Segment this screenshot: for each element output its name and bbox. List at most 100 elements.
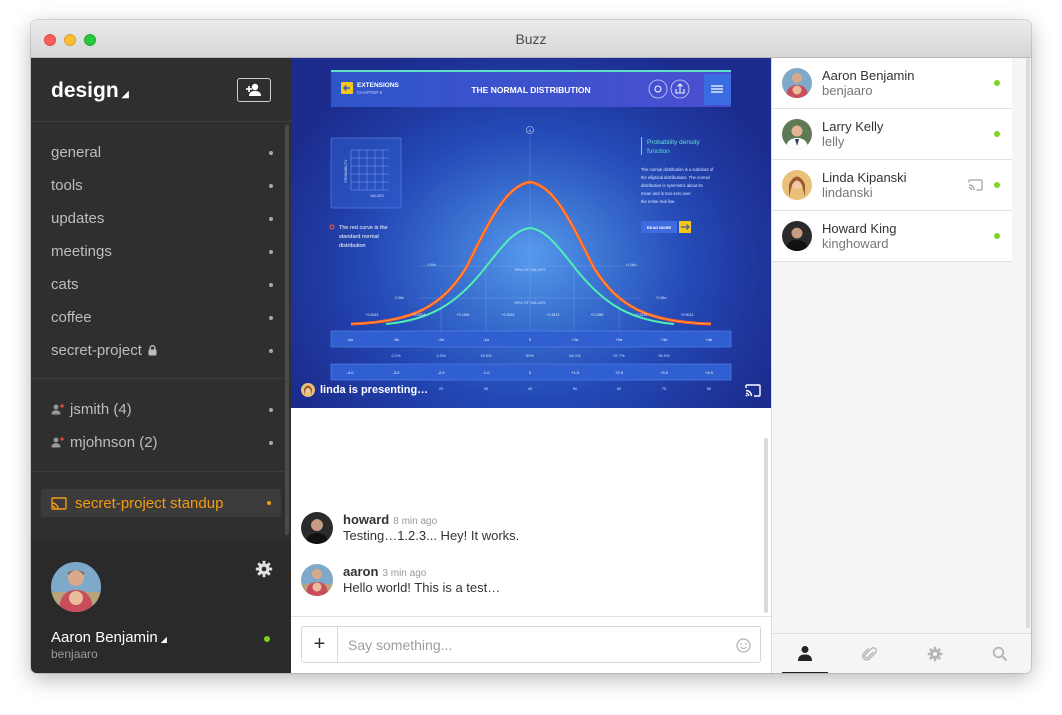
- search-icon: [992, 646, 1008, 662]
- tab-settings[interactable]: [912, 634, 958, 673]
- avatar[interactable]: [301, 512, 333, 544]
- channel-coffee[interactable]: coffee: [51, 301, 273, 334]
- channel-label: coffee: [51, 309, 92, 326]
- t-cell: 40: [528, 386, 533, 391]
- sigma-cell: -3σ: [393, 337, 400, 342]
- user-icon: [51, 437, 64, 448]
- svg-text:distribution: distribution: [339, 243, 366, 249]
- density-label: +0.0013: [366, 313, 379, 317]
- density-label: +0.1359: [591, 313, 604, 317]
- message-composer: +: [301, 626, 761, 663]
- members-scrollbar[interactable]: [1026, 58, 1030, 628]
- density-label: +0.1359: [457, 313, 470, 317]
- sidebar: design ◢ general tools updates meetings c…: [31, 58, 291, 673]
- channel-meetings[interactable]: meetings: [51, 235, 273, 268]
- online-status-dot: [264, 636, 270, 642]
- slide-side-heading: Probability density: [647, 139, 700, 146]
- slide-side-value: -1.96σ: [426, 263, 437, 267]
- emoji-button[interactable]: [736, 638, 751, 658]
- member-name: Larry Kelly: [822, 119, 884, 134]
- team-switcher[interactable]: design ◢: [51, 79, 129, 103]
- avatar: [782, 221, 812, 251]
- unread-dot: [269, 349, 273, 353]
- message-time: 3 min ago: [382, 568, 427, 579]
- member-row[interactable]: Howard King kinghoward: [772, 211, 1012, 262]
- svg-text:standard normal: standard normal: [339, 234, 379, 240]
- avatar[interactable]: [51, 562, 101, 612]
- sidebar-scrollbar[interactable]: [285, 125, 289, 535]
- current-user-panel: Aaron Benjamin ◢ benjaaro: [31, 541, 291, 673]
- percent-cell: 2.3%: [436, 353, 446, 358]
- t-cell: 50: [573, 386, 578, 391]
- channel-label: secret-project: [51, 342, 142, 359]
- settings-gear-button[interactable]: [255, 560, 273, 583]
- channel-updates[interactable]: updates: [51, 202, 273, 235]
- add-attachment-button[interactable]: +: [302, 627, 338, 662]
- message-input[interactable]: [348, 635, 718, 655]
- active-call-channel[interactable]: secret-project standup: [41, 489, 281, 517]
- tab-attachments[interactable]: [847, 634, 893, 673]
- caret-icon: ◢: [160, 635, 167, 644]
- dm-mjohnson[interactable]: mjohnson (2): [51, 426, 273, 459]
- percent-cell: 97.7%: [613, 353, 625, 358]
- mini-chart-x-label: VALUES: [370, 194, 384, 198]
- member-row[interactable]: Larry Kelly lelly: [772, 109, 1012, 160]
- dm-jsmith[interactable]: jsmith (4): [51, 393, 273, 426]
- user-icon: [798, 646, 812, 661]
- channel-label: meetings: [51, 243, 112, 260]
- current-user-menu[interactable]: Aaron Benjamin ◢: [51, 629, 167, 646]
- avatar: [782, 119, 812, 149]
- avatar[interactable]: [301, 564, 333, 596]
- t-cell: 60: [617, 386, 622, 391]
- unread-dot: [269, 184, 273, 188]
- unread-dot: [269, 283, 273, 287]
- t-cell: 30: [484, 386, 489, 391]
- z-cell: -2.0: [438, 370, 446, 375]
- sigma-cell: +1σ: [571, 337, 579, 342]
- message-author[interactable]: howard: [343, 512, 389, 527]
- slide-note-line: The red curve is the: [339, 225, 388, 231]
- percent-cell: 50%: [526, 353, 534, 358]
- z-cell: +2.0: [615, 370, 624, 375]
- channel-secret-project[interactable]: secret-project: [51, 334, 273, 367]
- tab-members[interactable]: [782, 634, 828, 673]
- message-author[interactable]: aaron: [343, 564, 378, 579]
- unread-dot: [269, 151, 273, 155]
- channel-label: updates: [51, 210, 105, 227]
- online-status-dot: [994, 131, 1000, 137]
- current-user-name: Aaron Benjamin: [51, 629, 158, 646]
- cast-button[interactable]: [745, 384, 761, 402]
- unread-dot: [269, 441, 273, 445]
- channel-cats[interactable]: cats: [51, 268, 273, 301]
- message-text: Hello world! This is a test…: [343, 580, 501, 595]
- dm-label: mjohnson (2): [70, 434, 158, 451]
- message-author-line: howard 8 min ago: [343, 512, 437, 527]
- message-scrollbar[interactable]: [764, 438, 768, 613]
- team-name: design: [51, 79, 119, 102]
- member-row[interactable]: Linda Kipanski lindanski: [772, 160, 1012, 211]
- percent-cell: 84.1%: [569, 353, 581, 358]
- current-user-username: benjaaro: [51, 647, 98, 661]
- z-cell: +3.0: [660, 370, 669, 375]
- titlebar: Buzz: [31, 20, 1031, 58]
- t-cell: 80: [707, 386, 712, 391]
- shared-slide: EXTENSIONS CHAPTER 6 THE NORMAL DISTRIBU…: [291, 58, 771, 408]
- tab-search[interactable]: [977, 634, 1023, 673]
- sigma-cell: -2σ: [438, 337, 445, 342]
- density-label: +0.0214: [413, 313, 426, 317]
- channel-tools[interactable]: tools: [51, 169, 273, 202]
- members-panel: Aaron Benjamin benjaaro Larry Kelly lell…: [771, 58, 1031, 673]
- screen-share-stage[interactable]: EXTENSIONS CHAPTER 6 THE NORMAL DISTRIBU…: [291, 58, 771, 408]
- member-row[interactable]: Aaron Benjamin benjaaro: [772, 58, 1012, 109]
- panel-tabs: [772, 633, 1031, 673]
- sigma-cell: -4σ: [347, 337, 354, 342]
- add-user-button[interactable]: [237, 78, 271, 102]
- lock-icon: [148, 345, 157, 356]
- cast-icon: [51, 496, 67, 510]
- channel-general[interactable]: general: [51, 136, 273, 169]
- user-icon: [51, 404, 64, 415]
- slide-chapter: CHAPTER 6: [357, 90, 383, 95]
- t-cell: 70: [662, 386, 667, 391]
- svg-text:function: function: [647, 148, 670, 155]
- channel-label: general: [51, 144, 102, 161]
